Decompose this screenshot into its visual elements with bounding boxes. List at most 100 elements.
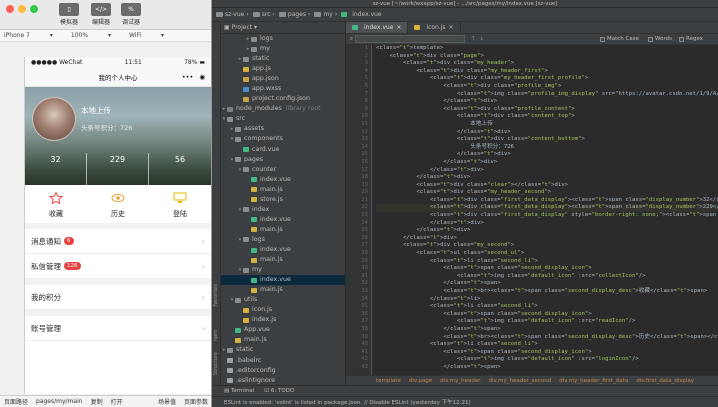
tree-item[interactable]: App.vue	[221, 325, 345, 335]
tree-item[interactable]: index.js	[221, 315, 345, 325]
code-line[interactable]: <class="t">img class="default_icon" :src…	[376, 318, 718, 326]
menu-item-points[interactable]: 我的积分 ›	[25, 285, 211, 310]
code-area[interactable]: <class="t">template> <class="t">div clas…	[376, 45, 718, 375]
tab-icon-js[interactable]: icon.js ×	[408, 22, 461, 33]
code-line[interactable]: <class="t">br><class="t">span class="sec…	[376, 334, 718, 342]
code-line[interactable]: <class="t">span class="second_display_ic…	[376, 349, 718, 357]
editor-crumb[interactable]: div.first_data_display	[636, 378, 694, 384]
more-icon[interactable]: •••	[182, 73, 194, 81]
tree-item[interactable]: main.js	[221, 185, 345, 195]
next-match-button[interactable]: ↓	[479, 36, 484, 42]
tree-item[interactable]: card.vue	[221, 145, 345, 155]
tree-item[interactable]: ▾ utils	[221, 295, 345, 305]
tree-item[interactable]: ▸ my	[221, 44, 345, 54]
close-capsule-icon[interactable]: ◉	[199, 73, 205, 81]
code-line[interactable]: <class="t">div class="profile_img">	[376, 83, 718, 91]
code-line[interactable]: </class="t">div>	[376, 174, 718, 182]
code-line[interactable]: <class="t">div class="first_data_display…	[376, 204, 718, 213]
tree-item[interactable]: ▸ static	[221, 345, 345, 355]
close-icon[interactable]: ×	[396, 24, 401, 31]
code-line[interactable]: </class="t">span>	[376, 280, 718, 288]
code-line[interactable]: <class="t">div class="content_top">	[376, 113, 718, 121]
zoom-select[interactable]: 100% ▾	[71, 32, 111, 39]
code-line[interactable]: <class="t">div class="my_header_first_pr…	[376, 75, 718, 83]
editor-crumb[interactable]: div.my_header_first_data	[559, 378, 628, 384]
tree-item[interactable]: app.js	[221, 64, 345, 74]
tree-item[interactable]: ▸ static	[221, 54, 345, 64]
tree-item[interactable]: project.config.json	[221, 94, 345, 104]
menu-item-messages[interactable]: 私信管理 126 ›	[25, 254, 211, 279]
code-line[interactable]: </class="t">div>	[376, 159, 718, 167]
breadcrumb-item[interactable]: index.vue	[341, 11, 382, 18]
editor-toggle-button[interactable]: </> 编辑器	[84, 3, 118, 26]
tree-item[interactable]: ▾ counter	[221, 165, 345, 175]
open-link[interactable]: 打开	[111, 397, 123, 406]
simulator-toggle-button[interactable]: ▯ 模拟器	[52, 3, 86, 26]
network-select[interactable]: WiFi ▾	[129, 32, 164, 39]
debugger-toggle-button[interactable]: % 调试器	[114, 3, 148, 26]
code-line[interactable]: </class="t">div>	[376, 129, 718, 137]
tree-item[interactable]: main.js	[221, 335, 345, 345]
code-line[interactable]: <class="t">img class="default_icon" :src…	[376, 273, 718, 281]
code-line[interactable]: </class="t">div>	[376, 227, 718, 235]
todo-tab[interactable]: ☑ 6: TODO	[264, 388, 294, 394]
tree-item[interactable]: .babelrc	[221, 356, 345, 366]
code-line[interactable]: <class="t">div class="page">	[376, 53, 718, 61]
tree-item[interactable]: index.vue	[221, 175, 345, 185]
terminal-tab[interactable]: ▤ Terminal	[224, 388, 254, 394]
tree-item[interactable]: store.js	[221, 195, 345, 205]
tab-index-vue[interactable]: index.vue ×	[346, 22, 409, 33]
code-line[interactable]: </class="t">div>	[376, 167, 718, 175]
match-case-checkbox[interactable]: Match Case	[600, 36, 639, 42]
code-line[interactable]: <class="t">div class="profile_content">	[376, 106, 718, 114]
copy-link[interactable]: 复制	[91, 397, 103, 406]
project-panel-header[interactable]: ▣ Project ▾	[212, 22, 345, 34]
stat-item[interactable]: 229	[87, 153, 149, 185]
code-line[interactable]: 本地上传	[376, 121, 718, 129]
structure-tab[interactable]: Structure	[213, 352, 219, 375]
params-label[interactable]: 页面参数	[184, 397, 208, 406]
breadcrumb-item[interactable]: my ›	[314, 11, 337, 18]
breadcrumb-item[interactable]: src ›	[252, 11, 275, 18]
words-checkbox[interactable]: Words	[648, 36, 672, 42]
tree-item[interactable]: ▾ my	[221, 265, 345, 275]
tree-item[interactable]: index.vue	[221, 245, 345, 255]
prev-match-button[interactable]: ↑	[471, 36, 476, 42]
code-line[interactable]: <class="t">div class="first_data_display…	[376, 197, 718, 205]
code-line[interactable]: <class="t">div class="my_header">	[376, 60, 718, 68]
breadcrumb-item[interactable]: pages ›	[278, 11, 310, 18]
code-line[interactable]: <class="t">div class="content_bottom">	[376, 136, 718, 144]
code-line[interactable]: <class="t">img class="profile_img_displa…	[376, 91, 718, 99]
code-line[interactable]: <class="t">br><class="t">span class="sec…	[376, 288, 718, 296]
tree-item[interactable]: app.wxss	[221, 84, 345, 94]
tree-item[interactable]: ▾ index	[221, 205, 345, 215]
code-line[interactable]: <class="t">li class="second_li">	[376, 258, 718, 266]
tree-item[interactable]: index.vue	[221, 215, 345, 225]
code-line[interactable]: </class="t">span>	[376, 326, 718, 334]
code-line[interactable]: <class="t">div class="clear"></class="t"…	[376, 182, 718, 190]
collect-button[interactable]: 收藏	[25, 185, 87, 223]
device-select[interactable]: iPhone 7 ▾	[4, 32, 53, 39]
login-button[interactable]: 登陆	[149, 185, 211, 223]
scene-label[interactable]: 场景值	[158, 397, 176, 406]
tree-item[interactable]: ▸ logs	[221, 34, 345, 44]
code-line[interactable]: <class="t">div class="first_data_display…	[376, 212, 718, 220]
tree-item[interactable]: ▸ node_modules library root	[221, 104, 345, 114]
tree-item[interactable]: main.js	[221, 255, 345, 265]
editor-crumb[interactable]: div.my_header	[440, 378, 480, 384]
code-line[interactable]: <class="t">li class="second_li">	[376, 303, 718, 311]
editor-crumb[interactable]: div.page	[409, 378, 432, 384]
tree-item[interactable]: ▾ components	[221, 134, 345, 144]
history-button[interactable]: 历史	[87, 185, 149, 223]
code-line[interactable]: <class="t">template>	[376, 45, 718, 53]
editor-crumb[interactable]: template	[376, 378, 401, 384]
tree-item[interactable]: index.vue	[221, 275, 345, 286]
close-icon[interactable]: ×	[449, 24, 454, 31]
npm-tab[interactable]: npm	[213, 330, 219, 341]
tree-item[interactable]: ▾ pages	[221, 155, 345, 165]
avatar[interactable]	[32, 97, 76, 141]
code-line[interactable]: <class="t">div class="my_header_first">	[376, 68, 718, 76]
tree-item[interactable]: ▾ src	[221, 114, 345, 124]
favorites-tab[interactable]: Favorites	[213, 284, 219, 307]
tree-item[interactable]: main.js	[221, 225, 345, 235]
